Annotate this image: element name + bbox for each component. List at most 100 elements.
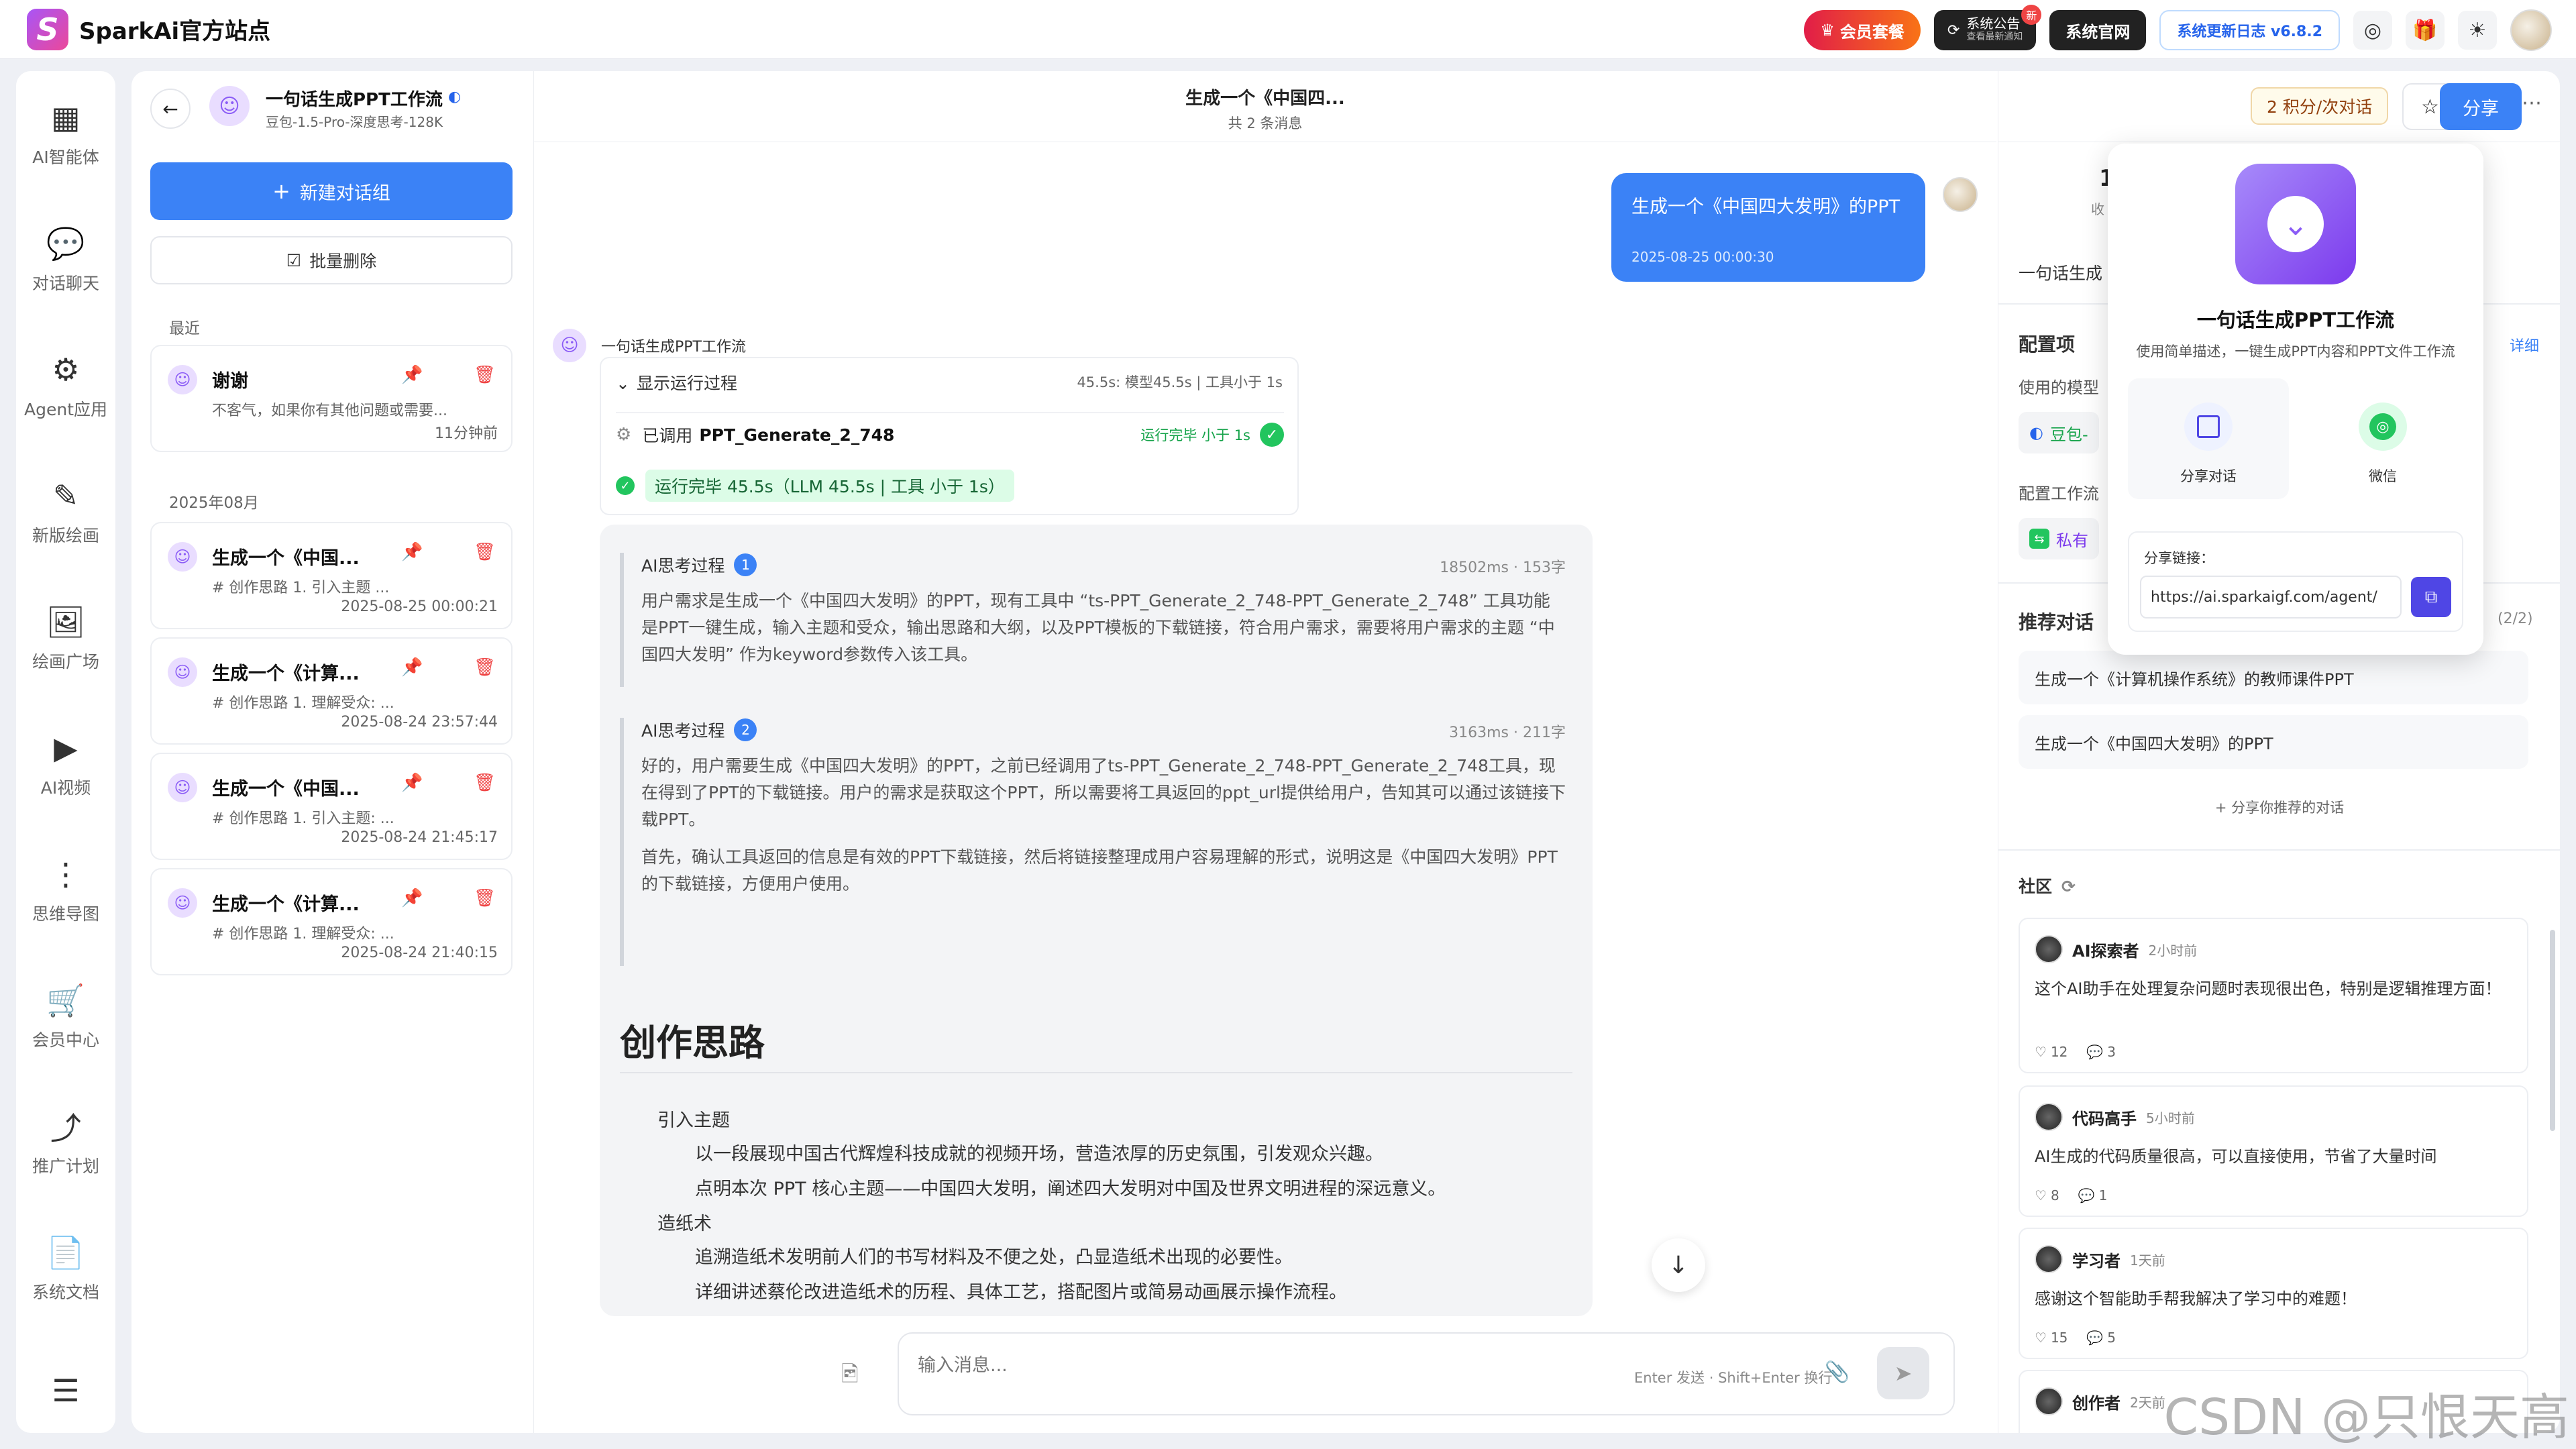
heading-divider bbox=[620, 1072, 1572, 1073]
gift-icon[interactable]: 🎁 bbox=[2406, 11, 2445, 50]
trash-icon[interactable]: 🗑 bbox=[474, 888, 496, 908]
share-button[interactable]: 分享 bbox=[2440, 83, 2522, 130]
changelog-button[interactable]: 系统更新日志 v6.8.2 bbox=[2159, 10, 2340, 50]
run-toggle[interactable]: ⌄ 显示运行过程 bbox=[616, 370, 737, 394]
workflow-chip: ⇆ 私有 bbox=[2019, 518, 2099, 559]
official-site-button[interactable]: 系统官网 bbox=[2049, 10, 2147, 50]
theme-toggle-icon[interactable]: ☀ bbox=[2458, 11, 2497, 50]
comment-icon[interactable]: 💬 bbox=[2078, 1187, 2095, 1203]
pin-icon[interactable]: 📌 bbox=[401, 542, 423, 562]
batch-delete-button[interactable]: ☑ 批量删除 bbox=[150, 236, 513, 284]
think-text: 用户需求是生成一个《中国四大发明》的PPT，现有工具中 “ts-PPT_Gene… bbox=[641, 591, 1555, 664]
community-post[interactable]: 代码高手 5小时前 AI生成的代码质量很高，可以直接使用，节省了大量时间 ♡ 8 💬 1 bbox=[2019, 1085, 2528, 1217]
user-message-avatar bbox=[1943, 177, 1978, 212]
nav-item-6[interactable]: ⋮ 思维导图 bbox=[16, 828, 115, 954]
brush-icon: ✎ bbox=[52, 478, 79, 514]
chat-header: 生成一个《中国四... 共 2 条消息 bbox=[534, 71, 1996, 142]
outline-heading: 引入主题 bbox=[657, 1110, 730, 1131]
agent-avatar: ☺ bbox=[209, 86, 250, 126]
conversation-item[interactable]: ☺ 生成一个《计算... 📌 🗑 # 创作思路 1. 理解受众: ... 2025-08-… bbox=[150, 868, 513, 975]
post-user: 学习者 bbox=[2072, 1251, 2121, 1271]
share-recommend-link[interactable]: + 分享你推荐的对话 bbox=[1998, 797, 2560, 817]
recommend-item[interactable]: 生成一个《中国四大发明》的PPT bbox=[2019, 715, 2528, 769]
trash-icon[interactable]: 🗑 bbox=[474, 365, 496, 385]
conversation-item[interactable]: ☺ 谢谢 📌 🗑 不客气，如果你有其他问题或需要... 11分钟前 bbox=[150, 345, 513, 452]
notice-button[interactable]: ⟳ 系统公告 查看最新通知 新 bbox=[1933, 5, 2042, 50]
post-avatar bbox=[2035, 1245, 2063, 1273]
post-likes: 15 bbox=[2050, 1330, 2068, 1346]
think-step-badge: 2 bbox=[734, 718, 757, 741]
community-post[interactable]: 学习者 1天前 感谢这个智能助手帮我解决了学习中的难题！ ♡ 15 💬 5 bbox=[2019, 1228, 2528, 1359]
pin-icon[interactable]: 📌 bbox=[401, 365, 423, 385]
archive-icon: ☰ bbox=[52, 1373, 80, 1409]
nav-item-8[interactable]: ⤴ 推广计划 bbox=[16, 1080, 115, 1206]
refresh-icon[interactable]: ⟳ bbox=[2061, 877, 2076, 896]
post-time: 2天前 bbox=[2130, 1394, 2165, 1411]
attach-image-icon[interactable]: 🖻 bbox=[841, 1359, 859, 1395]
user-avatar[interactable] bbox=[2510, 9, 2552, 51]
conversation-item[interactable]: ☺ 生成一个《中国... 📌 🗑 # 创作思路 1. 引入主题: ... 2025-08-… bbox=[150, 753, 513, 860]
recommend-item[interactable]: 生成一个《计算机操作系统》的教师课件PPT bbox=[2019, 651, 2528, 704]
wechat-option[interactable]: ◎ 微信 bbox=[2302, 378, 2463, 499]
nav-item-2[interactable]: ⚙ Agent应用 bbox=[16, 323, 115, 449]
trash-icon[interactable]: 🗑 bbox=[474, 773, 496, 793]
right-scrollbar[interactable] bbox=[2550, 930, 2555, 1131]
wechat-icon[interactable]: ◎ bbox=[2353, 11, 2392, 50]
nav-item-1[interactable]: 💬 对话聊天 bbox=[16, 197, 115, 323]
new-conversation-button[interactable]: + 新建对话组 bbox=[150, 162, 513, 220]
vip-button[interactable]: ♛ 会员套餐 bbox=[1804, 10, 1921, 50]
nav-item-4[interactable]: 🖼 绘画广场 bbox=[16, 576, 115, 702]
share-chat-option[interactable]: 分享对话 bbox=[2128, 378, 2289, 499]
post-likes: 12 bbox=[2050, 1044, 2068, 1060]
paperclip-icon[interactable]: 📎 bbox=[1825, 1360, 1849, 1384]
conversation-time: 11分钟前 bbox=[435, 425, 498, 442]
nav-item-9[interactable]: 📄 系统文档 bbox=[16, 1206, 115, 1332]
heart-icon[interactable]: ♡ bbox=[2035, 1187, 2047, 1203]
community-title: 社区 ⟳ bbox=[2019, 877, 2076, 896]
nav-item-0[interactable]: ▦ AI智能体 bbox=[16, 71, 115, 197]
nav-item-5[interactable]: ▶ AI视频 bbox=[16, 702, 115, 828]
back-button[interactable]: ← bbox=[150, 89, 191, 129]
detail-link[interactable]: 详细 bbox=[2510, 334, 2539, 356]
conversation-item[interactable]: ☺ 生成一个《中国... 📌 🗑 # 创作思路 1. 引入主题 ... 2025-08-2… bbox=[150, 522, 513, 629]
post-header: 学习者 1天前 bbox=[2035, 1245, 2165, 1273]
copy-button[interactable]: ⧉ bbox=[2411, 577, 2451, 617]
pin-icon[interactable]: 📌 bbox=[401, 657, 423, 678]
conversation-title: 生成一个《计算... bbox=[212, 663, 360, 684]
chat-bubble-icon: 💬 bbox=[46, 225, 85, 262]
video-icon: ▶ bbox=[54, 730, 78, 766]
nav-item-10[interactable]: ☰ bbox=[16, 1332, 115, 1449]
post-header: AI探索者 2小时前 bbox=[2035, 935, 2197, 963]
agent-avatar-icon: ☺ bbox=[168, 888, 197, 918]
mindmap-icon: ⋮ bbox=[50, 856, 81, 892]
nav-item-7[interactable]: 🛒 会员中心 bbox=[16, 954, 115, 1080]
wechat-label: 微信 bbox=[2369, 468, 2397, 484]
pin-icon[interactable]: 📌 bbox=[401, 888, 423, 908]
arrow-left-icon: ← bbox=[162, 97, 178, 120]
think-block-2: AI思考过程 2 3163ms · 211字 好的，用户需要生成《中国四大发明》的… bbox=[620, 718, 1566, 966]
more-icon[interactable]: ⋯ bbox=[2522, 91, 2542, 115]
agent-message-name: 一句话生成PPT工作流 bbox=[601, 339, 746, 356]
heart-icon[interactable]: ♡ bbox=[2035, 1044, 2047, 1060]
send-button[interactable]: ➤ bbox=[1877, 1347, 1929, 1399]
bulb-icon: ⌄ bbox=[2235, 164, 2356, 284]
heart-icon[interactable]: ♡ bbox=[2035, 1330, 2047, 1346]
nav-item-3[interactable]: ✎ 新版绘画 bbox=[16, 449, 115, 576]
scroll-down-button[interactable]: ↓ bbox=[1652, 1238, 1705, 1292]
logo-icon[interactable]: S bbox=[27, 8, 68, 50]
message-input[interactable] bbox=[918, 1348, 1589, 1382]
wechat-icon: ◎ bbox=[2359, 402, 2407, 451]
pin-icon[interactable]: 📌 bbox=[401, 773, 423, 793]
comment-icon[interactable]: 💬 bbox=[2086, 1044, 2103, 1060]
trash-icon[interactable]: 🗑 bbox=[474, 657, 496, 678]
left-nav: ▦ AI智能体 💬 对话聊天 ⚙ Agent应用 ✎ 新版绘画 🖼 绘画广场 ▶ AI视频 ⋮ 思维导图 🛒… bbox=[16, 71, 115, 1433]
nav-item-label: 思维导图 bbox=[32, 904, 99, 924]
conversation-time: 2025-08-24 23:57:44 bbox=[341, 714, 498, 731]
conversation-item[interactable]: ☺ 生成一个《计算... 📌 🗑 # 创作思路 1. 理解受众: ... 2025-08-… bbox=[150, 637, 513, 745]
community-post[interactable]: AI探索者 2小时前 这个AI助手在处理复杂问题时表现很出色，特别是逻辑推理方面！ ♡… bbox=[2019, 918, 2528, 1073]
share-link-input[interactable]: https://ai.sparkaigf.com/agent/ bbox=[2140, 576, 2402, 619]
workflow-label: 配置工作流 bbox=[2019, 484, 2099, 503]
agent-icon: ⚙ bbox=[52, 352, 80, 388]
comment-icon[interactable]: 💬 bbox=[2086, 1330, 2103, 1346]
trash-icon[interactable]: 🗑 bbox=[474, 542, 496, 562]
